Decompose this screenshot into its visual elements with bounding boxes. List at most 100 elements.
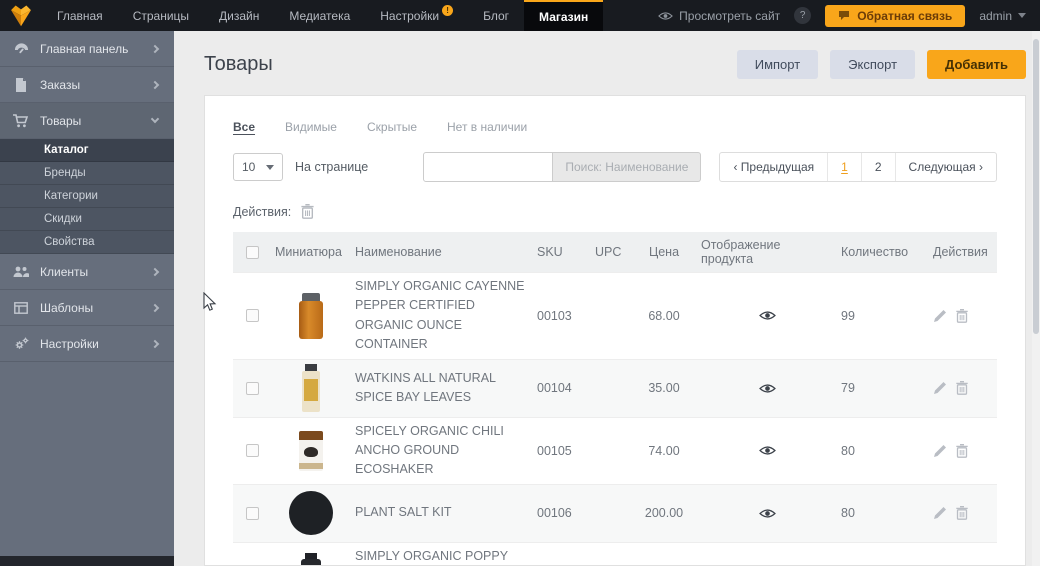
table-row: PLANT SALT KIT 00106 200.00 80 bbox=[233, 483, 997, 542]
header-buttons: Импорт Экспорт Добавить bbox=[736, 49, 1026, 79]
edit-pencil-icon[interactable] bbox=[933, 309, 947, 323]
edit-pencil-icon[interactable] bbox=[933, 444, 947, 458]
sidebar-item-label: Настройки bbox=[40, 336, 99, 351]
sidebar-footer[interactable] bbox=[0, 556, 174, 566]
user-menu[interactable]: admin bbox=[979, 9, 1026, 23]
add-button[interactable]: Добавить bbox=[927, 49, 1026, 79]
submenu-item-categories[interactable]: Категории bbox=[0, 185, 174, 208]
chevron-down-icon bbox=[150, 114, 160, 124]
submenu-item-properties[interactable]: Свойства bbox=[0, 231, 174, 254]
bulk-delete-button[interactable] bbox=[301, 204, 314, 219]
delete-trash-icon[interactable] bbox=[956, 308, 968, 323]
nav-item-pages[interactable]: Страницы bbox=[118, 0, 204, 31]
row-checkbox[interactable] bbox=[245, 506, 259, 520]
product-thumbnail[interactable] bbox=[289, 491, 333, 536]
product-thumbnail[interactable] bbox=[298, 292, 324, 339]
pagination-page-1[interactable]: 1 bbox=[827, 153, 861, 181]
edit-pencil-icon[interactable] bbox=[933, 381, 947, 395]
sidebar-item-dashboard[interactable]: Главная панель bbox=[0, 31, 174, 67]
notification-badge: ! bbox=[442, 5, 454, 16]
product-quantity: 79 bbox=[841, 381, 855, 395]
tab-all[interactable]: Все bbox=[233, 120, 255, 134]
sidebar-item-settings[interactable]: Настройки bbox=[0, 326, 174, 362]
import-button[interactable]: Импорт bbox=[736, 49, 819, 79]
submenu-item-catalog[interactable]: Каталог bbox=[0, 139, 174, 162]
nav-item-media[interactable]: Медиатека bbox=[274, 0, 365, 31]
submenu-item-brands[interactable]: Бренды bbox=[0, 162, 174, 185]
table-header-row: Миниатюра Наименование SKU UPC Цена Отоб… bbox=[233, 232, 997, 272]
col-header-upc: UPC bbox=[595, 245, 622, 259]
products-table: Миниатюра Наименование SKU UPC Цена Отоб… bbox=[233, 232, 997, 565]
visibility-eye-icon[interactable] bbox=[758, 445, 776, 456]
export-button[interactable]: Экспорт bbox=[830, 49, 916, 79]
nav-item-label: Страницы bbox=[132, 8, 190, 23]
row-checkbox[interactable] bbox=[245, 381, 259, 395]
list-controls: 10 На странице Поиск: Наименование ‹ Пре… bbox=[233, 152, 997, 182]
tab-hidden[interactable]: Скрытые bbox=[367, 120, 417, 134]
visibility-eye-icon[interactable] bbox=[758, 383, 776, 394]
feedback-button[interactable]: Обратная связь bbox=[825, 4, 966, 27]
search-button[interactable]: Поиск: Наименование bbox=[553, 152, 702, 182]
submenu-item-label: Скидки bbox=[44, 213, 82, 225]
nav-item-shop[interactable]: Магазин bbox=[524, 0, 604, 31]
product-sku: 00106 bbox=[537, 506, 572, 521]
trash-icon bbox=[301, 204, 314, 219]
col-header-quantity: Количество bbox=[841, 245, 909, 259]
dashboard-icon bbox=[13, 42, 29, 56]
table-row: SIMPLY ORGANIC POPPY SEED WHOLE CERTIFIE… bbox=[233, 541, 997, 565]
cart-icon bbox=[13, 113, 29, 128]
submenu-item-label: Свойства bbox=[44, 236, 95, 248]
sidebar-item-customers[interactable]: Клиенты bbox=[0, 254, 174, 290]
view-site-link[interactable]: Просмотреть сайт bbox=[658, 9, 780, 23]
scrollbar-thumb[interactable] bbox=[1033, 39, 1039, 334]
row-checkbox[interactable] bbox=[245, 444, 259, 458]
product-price: 200.00 bbox=[644, 506, 684, 521]
nav-item-blog[interactable]: Блог bbox=[468, 0, 524, 31]
sidebar-item-orders[interactable]: Заказы bbox=[0, 67, 174, 103]
nav-item-home[interactable]: Главная bbox=[42, 0, 118, 31]
row-checkbox[interactable] bbox=[245, 309, 259, 323]
page-title: Товары bbox=[204, 52, 273, 75]
tab-out-of-stock[interactable]: Нет в наличии bbox=[447, 120, 527, 134]
pagination-page-2[interactable]: 2 bbox=[860, 153, 895, 181]
edit-pencil-icon[interactable] bbox=[933, 506, 947, 520]
nav-item-label: Дизайн bbox=[219, 8, 260, 23]
nav-item-settings[interactable]: Настройки! bbox=[365, 0, 468, 31]
pagination-next[interactable]: Следующая › bbox=[894, 153, 996, 181]
chevron-right-icon bbox=[150, 303, 160, 312]
per-page-select[interactable]: 10 bbox=[233, 153, 283, 181]
select-all-checkbox[interactable] bbox=[245, 245, 259, 259]
sidebar-item-templates[interactable]: Шаблоны bbox=[0, 290, 174, 326]
visibility-eye-icon[interactable] bbox=[758, 310, 776, 321]
tab-visible[interactable]: Видимые bbox=[285, 120, 337, 134]
product-sku: 00104 bbox=[537, 381, 572, 395]
delete-trash-icon[interactable] bbox=[956, 381, 968, 395]
sidebar-item-label: Товары bbox=[40, 113, 82, 128]
products-card: Все Видимые Скрытые Нет в наличии 10 На … bbox=[204, 95, 1026, 566]
pagination-prev[interactable]: ‹ Предыдущая bbox=[720, 153, 827, 181]
search-input[interactable] bbox=[423, 152, 554, 182]
caret-down-icon bbox=[266, 164, 274, 170]
logo[interactable] bbox=[0, 0, 42, 31]
help-button[interactable]: ? bbox=[794, 7, 812, 24]
per-page-label: На странице bbox=[295, 160, 369, 174]
product-sku: 00103 bbox=[537, 308, 572, 323]
product-thumbnail[interactable] bbox=[302, 364, 320, 412]
visibility-eye-icon[interactable] bbox=[758, 508, 776, 519]
sidebar-item-label: Клиенты bbox=[40, 264, 89, 279]
products-submenu: Каталог Бренды Категории Скидки Свойства bbox=[0, 139, 174, 254]
bulk-actions: Действия: bbox=[233, 204, 997, 219]
username: admin bbox=[979, 8, 1012, 23]
sidebar-item-products[interactable]: Товары bbox=[0, 103, 174, 139]
product-thumbnail[interactable] bbox=[301, 552, 321, 565]
submenu-item-discounts[interactable]: Скидки bbox=[0, 208, 174, 231]
sidebar-item-label: Шаблоны bbox=[40, 300, 94, 315]
chevron-right-icon bbox=[150, 80, 160, 89]
vertical-scrollbar[interactable] bbox=[1032, 31, 1040, 566]
nav-item-design[interactable]: Дизайн bbox=[204, 0, 274, 31]
col-header-name: Наименование bbox=[355, 245, 442, 259]
delete-trash-icon[interactable] bbox=[956, 443, 968, 458]
nav-item-label: Магазин bbox=[539, 9, 589, 24]
delete-trash-icon[interactable] bbox=[956, 506, 968, 520]
product-thumbnail[interactable] bbox=[299, 430, 323, 471]
